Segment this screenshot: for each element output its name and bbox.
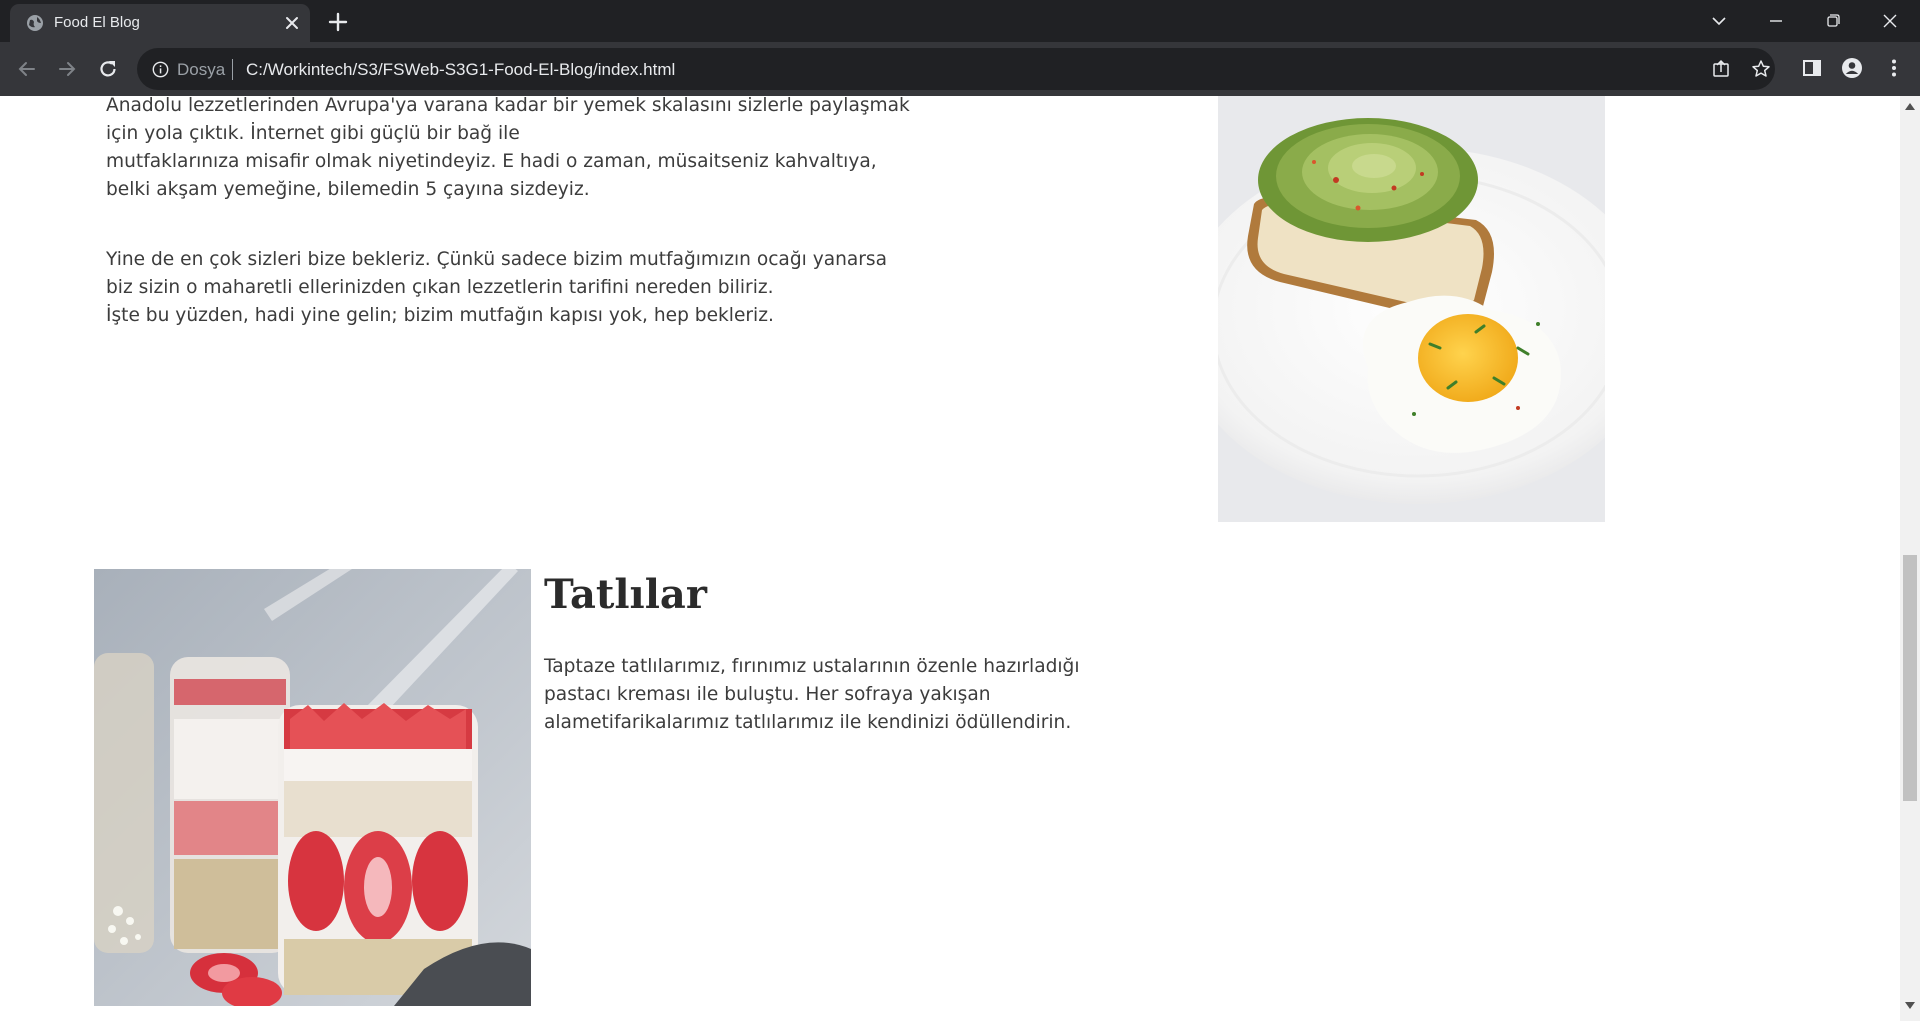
star-icon[interactable] xyxy=(1751,59,1771,79)
intro-line: Yine de en çok sizleri bize bekleriz. Çü… xyxy=(106,249,888,270)
page-viewport: Anadolu lezzetlerinden Avrupa'ya varana … xyxy=(0,96,1920,1021)
browser-tab-active[interactable]: Food El Blog xyxy=(10,4,310,42)
browser-toolbar: Dosya C:/Workintech/S3/FSWeb-S3G1-Food-E… xyxy=(0,42,1920,96)
minimize-icon[interactable] xyxy=(1763,8,1789,34)
dessert-image xyxy=(94,569,531,1006)
globe-icon xyxy=(27,15,43,31)
profile-icon[interactable] xyxy=(1840,56,1864,80)
side-panel-icon[interactable] xyxy=(1800,56,1824,80)
desserts-line: alametifarikalarımız tatlılarımız ile ke… xyxy=(544,712,1072,733)
scroll-up-arrow-icon[interactable] xyxy=(1905,103,1915,110)
vertical-scrollbar[interactable] xyxy=(1900,96,1920,1021)
tab-search-chevron-icon[interactable] xyxy=(1706,8,1732,34)
desserts-paragraph: Taptaze tatlılarımız, fırınımız ustaları… xyxy=(544,653,1104,737)
address-bar[interactable]: Dosya C:/Workintech/S3/FSWeb-S3G1-Food-E… xyxy=(137,48,1775,90)
close-icon[interactable] xyxy=(282,13,302,33)
intro-line: biz sizin o maharetli ellerinizden çıkan… xyxy=(106,277,774,298)
arrow-right-icon[interactable] xyxy=(54,56,80,82)
breakfast-image xyxy=(1218,96,1605,522)
scrollbar-thumb[interactable] xyxy=(1903,555,1917,801)
desserts-line: Taptaze tatlılarımız, fırınımız ustaları… xyxy=(544,656,1080,677)
restore-icon[interactable] xyxy=(1820,8,1846,34)
reload-icon[interactable] xyxy=(95,56,121,82)
share-icon[interactable] xyxy=(1711,59,1731,79)
tab-strip: Food El Blog xyxy=(0,0,1920,42)
desserts-line: pastacı kreması ile buluştu. Her sofraya… xyxy=(544,684,991,705)
intro-line: belki akşam yemeğine, bilemedin 5 çayına… xyxy=(106,179,590,200)
scroll-down-arrow-icon[interactable] xyxy=(1905,1002,1915,1009)
avocado-toast-illustration xyxy=(1218,96,1605,522)
address-url[interactable]: C:/Workintech/S3/FSWeb-S3G1-Food-El-Blog… xyxy=(246,60,675,80)
intro-paragraph: Anadolu lezzetlerinden Avrupa'ya varana … xyxy=(106,96,910,204)
info-icon[interactable] xyxy=(152,61,169,78)
intro-line: mutfaklarınıza misafir olmak niyetindeyi… xyxy=(106,151,877,172)
intro-line: Anadolu lezzetlerinden Avrupa'ya varana … xyxy=(106,96,910,116)
parfait-jars-illustration xyxy=(94,569,531,1006)
desserts-title: Tatlılar xyxy=(544,571,707,618)
close-window-icon[interactable] xyxy=(1877,8,1903,34)
tab-title: Food El Blog xyxy=(54,14,140,31)
plus-icon[interactable] xyxy=(326,10,350,34)
address-separator xyxy=(232,59,233,80)
intro-line: İşte bu yüzden, hadi yine gelin; bizim m… xyxy=(106,305,774,326)
arrow-left-icon[interactable] xyxy=(14,56,40,82)
kebab-menu-icon[interactable] xyxy=(1882,56,1906,80)
intro-line: için yola çıktık. İnternet gibi güçlü bi… xyxy=(106,123,520,144)
address-scheme-label: Dosya xyxy=(177,60,226,79)
intro-paragraph-2: Yine de en çok sizleri bize bekleriz. Çü… xyxy=(106,246,888,330)
